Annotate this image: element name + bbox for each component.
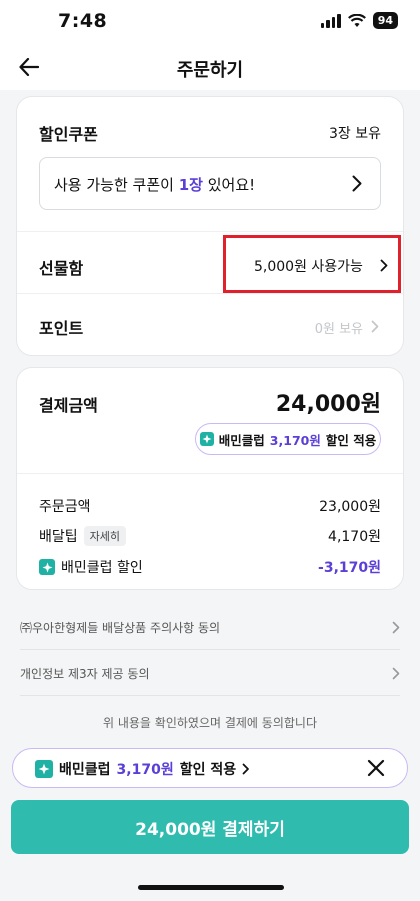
close-icon[interactable] bbox=[365, 757, 387, 779]
wifi-icon bbox=[347, 13, 366, 27]
club-banner[interactable]: 배민클럽 3,170원 할인 적용 bbox=[12, 748, 408, 788]
chevron-right-icon bbox=[392, 621, 400, 633]
club-discount-row: 배민클럽 할인 -3,170원 bbox=[39, 557, 381, 577]
agreement-label: ㈜우아한형제들 배달상품 주의사항 동의 bbox=[20, 620, 221, 635]
page-title: 주문하기 bbox=[176, 60, 244, 81]
agreement-item-privacy[interactable]: 개인정보 제3자 제공 동의 bbox=[20, 651, 400, 695]
club-discount-button[interactable]: 배민클럽 3,170원 할인 적용 bbox=[195, 423, 381, 455]
divider bbox=[17, 473, 403, 474]
point-label: 포인트 bbox=[39, 319, 84, 338]
delivery-tip-value: 4,170원 bbox=[328, 529, 381, 545]
delivery-tip-row: 배달팁 자세히 4,170원 bbox=[39, 526, 381, 546]
chevron-right-icon bbox=[380, 259, 388, 272]
details-tag-button[interactable]: 자세히 bbox=[83, 526, 127, 546]
divider bbox=[17, 293, 403, 294]
gift-value: 5,000원 사용가능 bbox=[254, 259, 363, 275]
order-amount-label: 주문금액 bbox=[39, 499, 91, 515]
baemin-club-icon bbox=[39, 559, 55, 575]
divider bbox=[20, 695, 400, 696]
benefits-card: 할인쿠폰 3장 보유 사용 가능한 쿠폰이 1장 있어요! 선물함 5,000원… bbox=[16, 96, 404, 356]
coupon-message: 사용 가능한 쿠폰이 1장 있어요! bbox=[54, 176, 256, 194]
agreement-label: 개인정보 제3자 제공 동의 bbox=[20, 666, 150, 681]
coupon-count: 3장 보유 bbox=[329, 126, 381, 142]
banner-club-name: 배민클럽 bbox=[59, 762, 111, 778]
pay-button[interactable]: 24,000원 결제하기 bbox=[11, 800, 409, 854]
payment-total: 24,000원 bbox=[275, 392, 381, 417]
chevron-right-icon bbox=[352, 175, 362, 192]
home-indicator bbox=[138, 885, 284, 890]
agreement-item-caution[interactable]: ㈜우아한형제들 배달상품 주의사항 동의 bbox=[20, 605, 400, 649]
status-icons: 94 bbox=[320, 12, 398, 29]
chevron-right-icon bbox=[392, 667, 400, 679]
delivery-tip-label: 배달팁 bbox=[39, 529, 78, 545]
divider bbox=[20, 649, 400, 650]
gift-label: 선물함 bbox=[39, 259, 84, 278]
club-price: 3,170원 bbox=[269, 432, 321, 448]
order-amount-row: 주문금액 23,000원 bbox=[39, 496, 381, 516]
baemin-club-icon bbox=[199, 432, 214, 446]
signal-icon bbox=[320, 13, 341, 28]
payment-label: 결제금액 bbox=[39, 396, 98, 415]
order-amount-value: 23,000원 bbox=[319, 499, 381, 515]
club-discount-value: -3,170원 bbox=[318, 560, 381, 576]
coupon-label: 할인쿠폰 bbox=[39, 125, 98, 144]
chevron-right-icon bbox=[242, 763, 250, 775]
gift-box-button[interactable]: 5,000원 사용가능 bbox=[223, 235, 401, 293]
baemin-club-icon bbox=[35, 760, 53, 778]
status-time: 7:48 bbox=[58, 10, 108, 32]
club-name: 배민클럽 bbox=[218, 432, 265, 448]
club-action: 할인 적용 bbox=[325, 432, 377, 448]
banner-club-action: 할인 적용 bbox=[179, 762, 237, 778]
status-bar: 7:48 94 bbox=[0, 0, 420, 44]
chevron-right-icon[interactable] bbox=[371, 320, 379, 333]
payment-card: 결제금액 24,000원 배민클럽 3,170원 할인 적용 주문금액 23,0… bbox=[16, 367, 404, 590]
confirm-text: 위 내용을 확인하였으며 결제에 동의합니다 bbox=[103, 716, 317, 730]
coupon-select-button[interactable]: 사용 가능한 쿠폰이 1장 있어요! bbox=[39, 157, 381, 210]
divider bbox=[17, 231, 403, 232]
point-value: 0원 보유 bbox=[314, 322, 363, 337]
club-discount-label: 배민클럽 할인 bbox=[61, 560, 143, 576]
banner-club-price: 3,170원 bbox=[116, 762, 174, 778]
battery-icon: 94 bbox=[372, 12, 398, 29]
nav-bar: 주문하기 bbox=[0, 44, 420, 90]
